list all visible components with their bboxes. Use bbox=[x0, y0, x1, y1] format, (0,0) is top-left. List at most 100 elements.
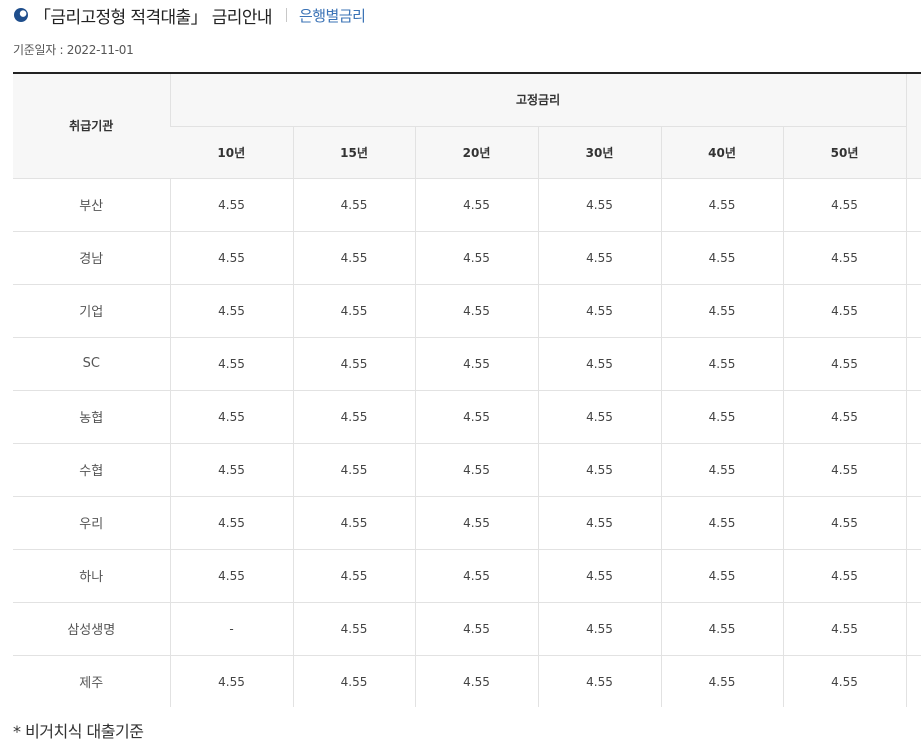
rate-cell: 4.55 bbox=[414, 178, 538, 232]
rate-cell: 4.55 bbox=[660, 655, 783, 707]
rate-cell: 4.55 bbox=[660, 602, 783, 656]
rate-cell: 4.55 bbox=[660, 390, 783, 444]
header-divider bbox=[285, 8, 287, 22]
rate-cell: 4.55 bbox=[414, 549, 538, 603]
rate-cell: 4.55 bbox=[537, 496, 661, 550]
extra-column-header bbox=[905, 74, 921, 179]
table-row: 수협 4.55 4.55 4.55 4.55 4.55 4.55 bbox=[13, 443, 921, 497]
rate-cell: 4.55 bbox=[782, 655, 907, 707]
extra-cell bbox=[905, 390, 921, 444]
extra-cell bbox=[905, 284, 921, 338]
rate-cell: 4.55 bbox=[169, 231, 293, 285]
institution-cell: 부산 bbox=[13, 178, 170, 232]
extra-cell bbox=[905, 655, 921, 707]
rate-cell: 4.55 bbox=[292, 655, 415, 707]
rate-table-container: 취급기관 고정금리 10년 15년 20년 30년 40년 50년 부산 4.55 4.55 4… bbox=[13, 72, 921, 707]
period-header: 30년 bbox=[537, 126, 661, 179]
period-header: 10년 bbox=[170, 126, 293, 179]
rate-cell: 4.55 bbox=[292, 390, 415, 444]
rate-cell: 4.55 bbox=[292, 443, 415, 497]
institution-header: 취급기관 bbox=[13, 74, 170, 179]
rate-cell: 4.55 bbox=[414, 655, 538, 707]
rate-cell: 4.55 bbox=[660, 178, 783, 232]
table-row: 하나 4.55 4.55 4.55 4.55 4.55 4.55 bbox=[13, 549, 921, 603]
rate-cell: 4.55 bbox=[537, 443, 661, 497]
table-row: 부산 4.55 4.55 4.55 4.55 4.55 4.55 bbox=[13, 178, 921, 232]
rate-cell: 4.55 bbox=[782, 496, 907, 550]
institution-cell: SC bbox=[13, 337, 170, 391]
rate-cell: 4.55 bbox=[292, 178, 415, 232]
rate-cell: 4.55 bbox=[414, 337, 538, 391]
rate-cell: 4.55 bbox=[782, 602, 907, 656]
rate-cell: 4.55 bbox=[537, 231, 661, 285]
rate-cell: 4.55 bbox=[782, 231, 907, 285]
page-title: 「금리고정형 적격대출」 금리안내 bbox=[34, 7, 273, 28]
rate-cell: 4.55 bbox=[169, 655, 293, 707]
institution-cell: 제주 bbox=[13, 655, 170, 707]
table-row: 우리 4.55 4.55 4.55 4.55 4.55 4.55 bbox=[13, 496, 921, 550]
rate-cell: - bbox=[169, 602, 293, 656]
rate-cell: 4.55 bbox=[169, 337, 293, 391]
rate-cell: 4.55 bbox=[292, 549, 415, 603]
rate-cell: 4.55 bbox=[537, 178, 661, 232]
table-row: 경남 4.55 4.55 4.55 4.55 4.55 4.55 bbox=[13, 231, 921, 285]
period-header: 15년 bbox=[292, 126, 415, 179]
footnote: * 비거치식 대출기준 bbox=[13, 722, 144, 741]
rate-cell: 4.55 bbox=[169, 443, 293, 497]
institution-cell: 삼성생명 bbox=[13, 602, 170, 656]
rate-cell: 4.55 bbox=[414, 231, 538, 285]
rate-cell: 4.55 bbox=[169, 390, 293, 444]
institution-cell: 기업 bbox=[13, 284, 170, 338]
rate-cell: 4.55 bbox=[169, 178, 293, 232]
rate-cell: 4.55 bbox=[414, 284, 538, 338]
rate-cell: 4.55 bbox=[660, 496, 783, 550]
rate-cell: 4.55 bbox=[782, 178, 907, 232]
institution-cell: 우리 bbox=[13, 496, 170, 550]
rate-cell: 4.55 bbox=[414, 390, 538, 444]
rate-cell: 4.55 bbox=[537, 549, 661, 603]
table-row: 삼성생명 -4.55 4.55 4.55 4.55 4.55 bbox=[13, 602, 921, 656]
rate-cell: 4.55 bbox=[660, 231, 783, 285]
extra-cell bbox=[905, 178, 921, 232]
extra-cell bbox=[905, 443, 921, 497]
extra-cell bbox=[905, 231, 921, 285]
institution-cell: 수협 bbox=[13, 443, 170, 497]
rate-cell: 4.55 bbox=[414, 602, 538, 656]
rate-cell: 4.55 bbox=[782, 284, 907, 338]
page-header: 「금리고정형 적격대출」 금리안내 은행별금리 bbox=[14, 2, 366, 28]
institution-cell: 농협 bbox=[13, 390, 170, 444]
institution-cell: 하나 bbox=[13, 549, 170, 603]
rate-cell: 4.55 bbox=[414, 496, 538, 550]
rate-cell: 4.55 bbox=[660, 284, 783, 338]
bank-rates-link[interactable]: 은행별금리 bbox=[299, 5, 366, 26]
rate-cell: 4.55 bbox=[169, 496, 293, 550]
extra-cell bbox=[905, 337, 921, 391]
base-date: 기준일자 : 2022-11-01 bbox=[13, 43, 134, 57]
table-row: 농협 4.55 4.55 4.55 4.55 4.55 4.55 bbox=[13, 390, 921, 444]
rate-cell: 4.55 bbox=[660, 337, 783, 391]
table-row: 기업 4.55 4.55 4.55 4.55 4.55 4.55 bbox=[13, 284, 921, 338]
rate-cell: 4.55 bbox=[537, 284, 661, 338]
rate-cell: 4.55 bbox=[169, 549, 293, 603]
rate-cell: 4.55 bbox=[292, 284, 415, 338]
rate-cell: 4.55 bbox=[537, 390, 661, 444]
rate-cell: 4.55 bbox=[782, 549, 907, 603]
institution-cell: 경남 bbox=[13, 231, 170, 285]
rate-cell: 4.55 bbox=[537, 655, 661, 707]
rate-cell: 4.55 bbox=[537, 602, 661, 656]
period-header: 20년 bbox=[414, 126, 538, 179]
fixed-rate-header: 고정금리 bbox=[169, 74, 907, 127]
rate-cell: 4.55 bbox=[169, 284, 293, 338]
rate-cell: 4.55 bbox=[292, 231, 415, 285]
rate-cell: 4.55 bbox=[414, 443, 538, 497]
rate-cell: 4.55 bbox=[660, 549, 783, 603]
rate-cell: 4.55 bbox=[292, 337, 415, 391]
table-row: 제주 4.55 4.55 4.55 4.55 4.55 4.55 bbox=[13, 655, 921, 707]
bullet-icon bbox=[14, 8, 28, 22]
extra-cell bbox=[905, 602, 921, 656]
rate-cell: 4.55 bbox=[782, 337, 907, 391]
rate-cell: 4.55 bbox=[292, 496, 415, 550]
extra-cell bbox=[905, 496, 921, 550]
rate-cell: 4.55 bbox=[660, 443, 783, 497]
period-header: 50년 bbox=[782, 126, 907, 179]
